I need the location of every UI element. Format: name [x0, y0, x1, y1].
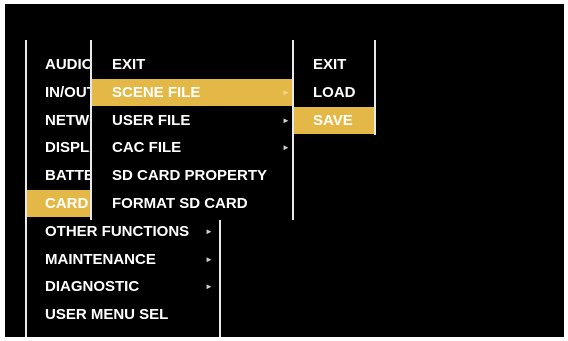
menu-item-label: IN/OUT: [45, 83, 96, 101]
scene-menu-right-border: [374, 40, 376, 135]
main-menu-item-maintenance[interactable]: MAINTENANCE ►: [27, 246, 219, 273]
chevron-right-icon: ►: [282, 115, 290, 125]
chevron-right-icon: ►: [205, 282, 213, 292]
menu-item-label: FORMAT SD CARD: [112, 195, 248, 212]
card-menu-item-exit[interactable]: EXIT: [92, 51, 292, 78]
main-menu-right-border: [219, 220, 221, 337]
menu-item-label: SAVE: [313, 111, 353, 129]
menu-item-label: SD CARD PROPERTY: [112, 167, 268, 185]
scene-menu-item-load[interactable]: LOAD: [294, 79, 374, 106]
camera-menu-screen: AUDIO IN/OUT NETWORK DISPLAY BATTERY CARD OTHE…: [5, 4, 564, 337]
menu-item-label: EXIT: [313, 56, 347, 73]
menu-item-label: LOAD: [313, 83, 356, 101]
scene-file-submenu: EXIT LOAD SAVE: [294, 40, 374, 135]
menu-item-label: USER MENU SEL: [45, 306, 169, 324]
menu-item-label: OTHER FUNCTIONS: [45, 222, 190, 240]
menu-item-label: MAINTENANCE: [45, 250, 156, 268]
chevron-right-icon: ►: [282, 87, 290, 97]
menu-item-label: DIAGNOSTIC: [45, 278, 140, 296]
menu-item-label: AUDIO: [45, 56, 94, 73]
chevron-right-icon: ►: [205, 254, 213, 264]
menu-item-label: CARD: [45, 195, 89, 212]
card-menu-item-scene-file[interactable]: SCENE FILE ►: [92, 78, 292, 106]
menu-item-label: SCENE FILE: [112, 83, 201, 101]
scene-menu-item-exit[interactable]: EXIT: [294, 51, 374, 78]
chevron-right-icon: ►: [282, 143, 290, 153]
main-menu-item-diagnostic[interactable]: DIAGNOSTIC ►: [27, 273, 219, 300]
main-menu-item-other-functions[interactable]: OTHER FUNCTIONS ►: [27, 218, 219, 245]
card-menu-item-cac-file[interactable]: CAC FILE ►: [92, 134, 292, 161]
card-menu-item-user-file[interactable]: USER FILE ►: [92, 107, 292, 134]
menu-item-label: USER FILE: [112, 111, 191, 129]
card-submenu: EXIT SCENE FILE ► USER FILE ► CAC FILE ► SD CAR…: [92, 40, 292, 220]
menu-item-label: CAC FILE: [112, 139, 182, 157]
menu-item-label: EXIT: [112, 56, 146, 73]
card-menu-item-format-sd-card[interactable]: FORMAT SD CARD: [92, 190, 292, 217]
scene-menu-item-save[interactable]: SAVE: [294, 106, 374, 134]
chevron-right-icon: ►: [205, 226, 213, 236]
main-menu-item-user-menu-sel[interactable]: USER MENU SEL: [27, 301, 219, 328]
card-menu-item-sd-card-property[interactable]: SD CARD PROPERTY: [92, 162, 292, 189]
